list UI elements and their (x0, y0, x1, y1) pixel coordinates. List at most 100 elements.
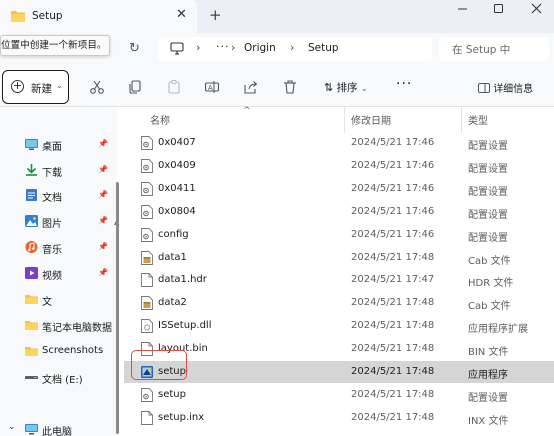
file-type: 配置设置 (468, 392, 508, 404)
desktop-icon (25, 139, 38, 150)
file-modified-date: 2024/5/21 17:48 (351, 366, 435, 377)
navigation-pane: ▲ 桌面 📌 下载 📌 文档 📌 (0, 107, 119, 436)
sidebar-item-drive-e[interactable]: 文档 (E:) (0, 367, 117, 389)
file-row[interactable]: setup 2024/5/21 17:48 配置设置 (124, 384, 554, 406)
file-name: data1 (158, 251, 187, 263)
chevron-down-icon[interactable]: ⌄ (8, 422, 16, 432)
column-header-type[interactable]: 类型 (468, 112, 488, 127)
column-divider[interactable] (344, 107, 345, 133)
close-window-icon[interactable] (526, 3, 546, 23)
rename-icon[interactable]: A (204, 79, 220, 95)
sidebar-item-pictures[interactable]: 图片 📌 (0, 211, 117, 233)
column-divider[interactable] (461, 107, 462, 133)
chevron-down-icon: ⌄ (360, 84, 368, 93)
file-row[interactable]: ISSetup.dll 2024/5/21 17:48 应用程序扩展 (124, 315, 554, 337)
share-icon[interactable] (243, 79, 259, 95)
tab-title: Setup (32, 10, 63, 22)
pin-icon: 📌 (98, 139, 108, 148)
paste-icon (168, 80, 180, 94)
sort-icon: ⇅ (324, 81, 334, 94)
sidebar-item-documents[interactable]: 文档 📌 (0, 185, 117, 207)
sidebar-item-this-pc[interactable]: ⌄ 此电脑 (0, 419, 117, 436)
file-modified-date: 2024/5/21 17:48 (351, 251, 435, 263)
file-row[interactable]: 0x0411 2024/5/21 17:46 配置设置 (124, 178, 554, 200)
sidebar-item-label: 笔记本电脑数据 (42, 323, 112, 334)
sidebar-item-folder-wen[interactable]: 文 (0, 289, 117, 311)
address-bar[interactable]: › ··· › Origin › Setup (158, 37, 432, 61)
file-row[interactable]: setup.inx 2024/5/21 17:48 INX 文件 (124, 407, 554, 429)
config-file-icon (141, 181, 153, 196)
tab-setup[interactable]: Setup ✕ (0, 0, 197, 33)
monitor-icon (170, 42, 184, 55)
sidebar-item-laptop-data[interactable]: 笔记本电脑数据 (0, 315, 117, 337)
sort-button[interactable]: ⇅ 排序 ⌄ (324, 80, 368, 95)
search-input[interactable]: 在 Setup 中 (439, 37, 549, 61)
file-name: 0x0407 (158, 137, 196, 148)
sidebar-item-label: 此电脑 (42, 427, 72, 436)
pc-icon (25, 424, 38, 435)
new-tab-icon[interactable]: + (209, 6, 222, 24)
file-name: 0x0409 (158, 159, 196, 171)
file-row[interactable]: data1 2024/5/21 17:48 Cab 文件 (124, 247, 554, 269)
sidebar-item-label: Screenshots (42, 345, 104, 356)
refresh-icon[interactable]: ↻ (129, 41, 140, 56)
delete-icon[interactable] (282, 79, 298, 95)
file-row[interactable]: 0x0804 2024/5/21 17:46 配置设置 (124, 201, 554, 223)
sidebar-item-label: 图片 (42, 219, 62, 230)
dll-file-icon (141, 319, 153, 334)
tooltip: 位置中创建一个新项目。 (0, 35, 110, 56)
sidebar-item-videos[interactable]: 视频 📌 (0, 263, 117, 285)
breadcrumb-setup[interactable]: Setup (308, 42, 339, 54)
minimize-icon[interactable] (452, 3, 472, 23)
file-type: 配置设置 (468, 163, 508, 175)
file-row[interactable]: 0x0407 2024/5/21 17:46 配置设置 (124, 132, 554, 154)
music-icon (25, 241, 38, 253)
column-header-name[interactable]: 名称 (150, 112, 170, 127)
details-button[interactable]: 详细信息 (478, 80, 533, 95)
breadcrumb-origin[interactable]: Origin (244, 42, 276, 54)
file-row[interactable]: setup 2024/5/21 17:48 应用程序 (124, 361, 554, 383)
file-name: setup (158, 388, 186, 400)
file-modified-date: 2024/5/21 17:48 (351, 297, 435, 309)
file-modified-date: 2024/5/21 17:46 (351, 228, 435, 240)
chevron-right-icon: › (290, 41, 295, 54)
config-file-icon (141, 136, 153, 150)
sidebar-item-desktop[interactable]: 桌面 📌 (0, 134, 117, 156)
column-header-date[interactable]: 修改日期 (351, 112, 391, 127)
breadcrumb-ellipsis[interactable]: ··· (216, 40, 230, 53)
file-modified-date: 2024/5/21 17:48 (351, 343, 435, 355)
sidebar-item-label: 文档 (E:) (42, 375, 83, 386)
command-bar: + 新建 ⌄ A ⇅ 排序 ⌄ ··· 详细信息 (0, 67, 554, 107)
file-row[interactable]: config 2024/5/21 17:46 配置设置 (124, 224, 554, 246)
sidebar-item-music[interactable]: 音乐 📌 (0, 237, 117, 259)
sidebar-item-screenshots[interactable]: Screenshots (0, 341, 117, 363)
sidebar-item-label: 音乐 (42, 245, 62, 256)
folder-icon (11, 11, 25, 22)
more-options-button[interactable]: ··· (396, 76, 412, 92)
file-row[interactable]: data1.hdr 2024/5/21 17:47 HDR 文件 (124, 269, 554, 291)
copy-icon[interactable] (127, 79, 143, 95)
maximize-icon[interactable] (488, 3, 508, 23)
sidebar-scrollbar[interactable] (116, 182, 119, 434)
folder-icon (25, 347, 38, 356)
close-tab-icon[interactable]: ✕ (176, 7, 187, 22)
file-type: 配置设置 (468, 209, 508, 221)
file-type: 配置设置 (468, 141, 508, 152)
file-type: 应用程序 (468, 370, 508, 381)
sidebar-item-downloads[interactable]: 下载 📌 (0, 160, 117, 182)
blank-file-icon (141, 410, 153, 425)
cut-icon[interactable] (89, 79, 105, 95)
file-type: Cab 文件 (468, 255, 511, 267)
file-type: HDR 文件 (468, 278, 514, 290)
file-modified-date: 2024/5/21 17:47 (351, 274, 435, 286)
file-type: 配置设置 (468, 186, 508, 198)
file-modified-date: 2024/5/21 17:46 (351, 137, 435, 148)
cab-file-icon (141, 296, 153, 311)
new-button[interactable]: + 新建 ⌄ (2, 70, 69, 104)
file-row[interactable]: 0x0409 2024/5/21 17:46 配置设置 (124, 155, 554, 177)
search-placeholder: 在 Setup 中 (452, 44, 511, 56)
file-row[interactable]: layout.bin 2024/5/21 17:48 BIN 文件 (124, 338, 554, 360)
file-list: ^ 名称 修改日期 类型 0x0407 2024/5/21 17:46 配置设置 0x… (124, 106, 554, 436)
documents-icon (26, 189, 37, 201)
file-row[interactable]: data2 2024/5/21 17:48 Cab 文件 (124, 292, 554, 314)
